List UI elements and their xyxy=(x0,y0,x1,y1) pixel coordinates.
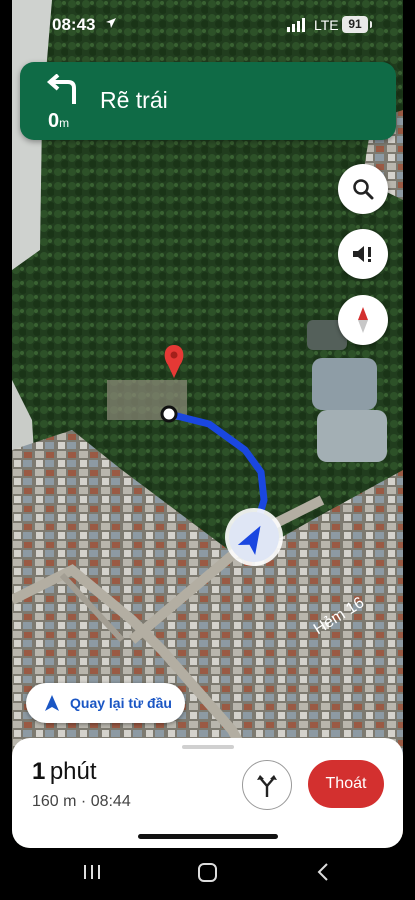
eta-value: 1 xyxy=(32,758,46,785)
turn-distance: 0m xyxy=(48,110,70,132)
battery-level: 91 xyxy=(342,16,372,33)
navigation-screen: Hẻm 16 08:43 LTE 91 0m Rẽ trái Quay lại … xyxy=(12,0,403,848)
route-start-dot xyxy=(160,405,178,423)
network-type: LTE xyxy=(314,17,339,33)
alternate-routes-button[interactable] xyxy=(242,760,292,810)
sheet-drag-handle[interactable] xyxy=(182,745,234,749)
navigation-arrow-icon xyxy=(44,694,60,712)
recent-apps-icon[interactable] xyxy=(82,862,102,882)
exit-button[interactable]: Thoát xyxy=(308,760,384,808)
compass-icon xyxy=(358,307,368,333)
compass-button[interactable] xyxy=(338,295,388,345)
trip-distance-arrival: 160 m · 08:44 xyxy=(32,793,131,810)
signal-bars-icon xyxy=(287,18,305,32)
current-location-icon xyxy=(225,508,283,566)
home-indicator[interactable] xyxy=(138,834,278,839)
search-button[interactable] xyxy=(338,164,388,214)
home-icon[interactable] xyxy=(197,862,219,884)
sound-button[interactable] xyxy=(338,229,388,279)
status-time: 08:43 xyxy=(52,15,96,34)
system-nav-bar xyxy=(0,848,415,900)
location-arrow-icon xyxy=(106,18,116,28)
status-bar: 08:43 LTE 91 xyxy=(12,0,403,52)
volume-alert-icon xyxy=(353,246,371,262)
search-icon xyxy=(353,179,374,200)
eta-unit: phút xyxy=(49,758,97,785)
trip-summary-sheet[interactable]: 1 phút 160 m · 08:44 Thoát xyxy=(12,738,403,848)
route-fork-icon xyxy=(257,775,277,797)
eta: 1 phút xyxy=(32,758,97,786)
turn-instruction-banner[interactable]: 0m Rẽ trái xyxy=(20,62,396,140)
back-icon[interactable] xyxy=(314,862,332,882)
recenter-button[interactable]: Quay lại từ đầu xyxy=(26,683,185,723)
turn-instruction-text: Rẽ trái xyxy=(100,87,168,113)
turn-left-arrow-icon xyxy=(46,74,76,104)
recenter-label: Quay lại từ đầu xyxy=(70,695,172,711)
